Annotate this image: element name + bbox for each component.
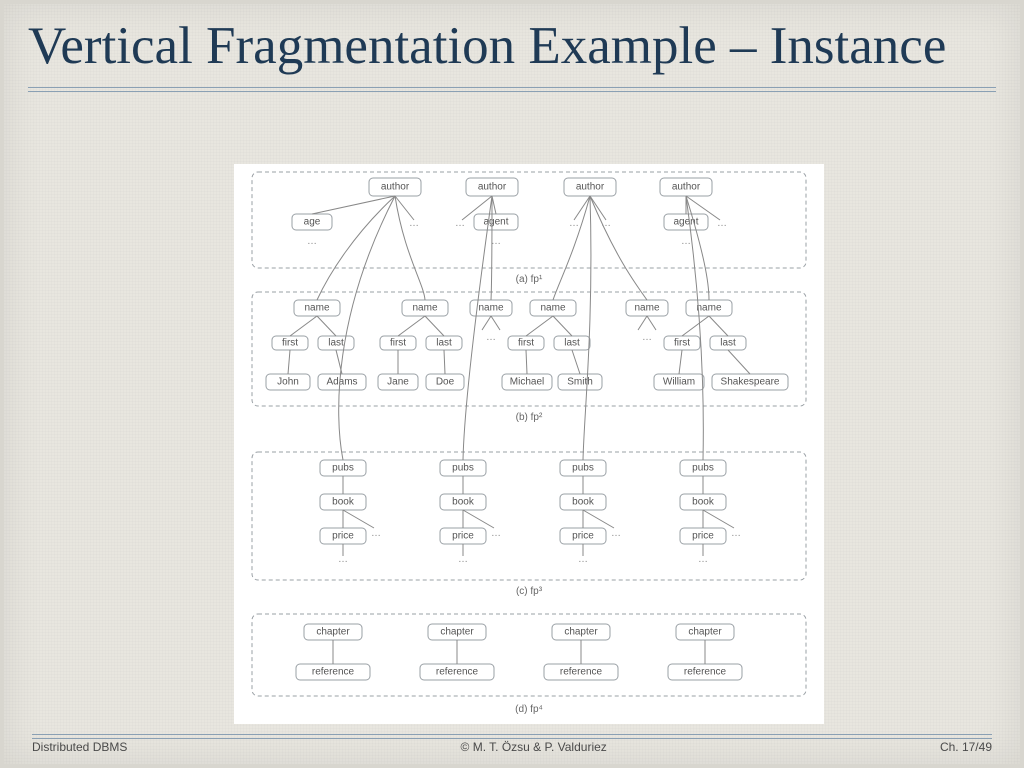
frag-d-chapters: chapter reference chapter reference chap…	[296, 624, 742, 680]
diagram-canvas: author age … … author agent … … author ……	[234, 164, 824, 724]
svg-text:…: …	[409, 218, 419, 229]
title-underline	[28, 87, 996, 92]
svg-text:…: …	[569, 218, 579, 229]
svg-text:name: name	[304, 303, 329, 314]
svg-text:…: …	[681, 236, 691, 247]
svg-text:…: …	[731, 528, 741, 539]
svg-text:chapter: chapter	[316, 627, 350, 638]
svg-text:first: first	[390, 338, 406, 349]
svg-text:name: name	[696, 303, 721, 314]
svg-text:…: …	[717, 218, 727, 229]
svg-text:name: name	[634, 303, 659, 314]
svg-text:…: …	[455, 218, 465, 229]
svg-text:chapter: chapter	[564, 627, 598, 638]
svg-text:Adams: Adams	[326, 377, 357, 388]
svg-text:last: last	[328, 338, 344, 349]
svg-text:Shakespeare: Shakespeare	[721, 377, 780, 388]
svg-text:price: price	[572, 531, 594, 542]
svg-text:name: name	[540, 303, 565, 314]
svg-text:Smith: Smith	[567, 377, 593, 388]
footer-rule	[32, 734, 992, 739]
svg-text:book: book	[692, 497, 715, 508]
svg-text:author: author	[672, 182, 701, 193]
frag-c-pubs: pubs book price … … pubs book price … … …	[320, 460, 741, 565]
svg-text:Michael: Michael	[510, 377, 544, 388]
fragment-label-d: (d) fp⁴	[515, 704, 543, 715]
svg-text:…: …	[307, 236, 317, 247]
svg-text:chapter: chapter	[688, 627, 722, 638]
svg-text:book: book	[452, 497, 475, 508]
svg-text:price: price	[452, 531, 474, 542]
svg-text:last: last	[564, 338, 580, 349]
svg-text:…: …	[486, 332, 496, 343]
fragment-label-a: (a) fp¹	[516, 274, 543, 285]
svg-text:name: name	[412, 303, 437, 314]
svg-text:reference: reference	[436, 667, 479, 678]
svg-text:author: author	[381, 182, 410, 193]
fragment-label-b: (b) fp²	[516, 412, 543, 423]
svg-text:pubs: pubs	[452, 463, 474, 474]
svg-text:age: age	[304, 217, 321, 228]
svg-text:pubs: pubs	[332, 463, 354, 474]
svg-text:book: book	[332, 497, 355, 508]
svg-text:…: …	[491, 236, 501, 247]
svg-text:William: William	[663, 377, 695, 388]
svg-text:author: author	[576, 182, 605, 193]
svg-text:…: …	[611, 528, 621, 539]
slide-title: Vertical Fragmentation Example – Instanc…	[4, 4, 1020, 83]
slide-footer: Distributed DBMS © M. T. Özsu & P. Valdu…	[4, 740, 1020, 754]
svg-text:price: price	[692, 531, 714, 542]
svg-text:…: …	[371, 528, 381, 539]
svg-text:…: …	[491, 528, 501, 539]
cross-fragment-edges	[317, 196, 709, 460]
footer-right: Ch. 17/49	[940, 740, 992, 754]
svg-text:book: book	[572, 497, 595, 508]
svg-text:last: last	[720, 338, 736, 349]
svg-text:author: author	[478, 182, 507, 193]
svg-text:name: name	[478, 303, 503, 314]
svg-text:reference: reference	[684, 667, 727, 678]
svg-text:first: first	[518, 338, 534, 349]
svg-text:Jane: Jane	[387, 377, 409, 388]
svg-text:reference: reference	[560, 667, 603, 678]
fragment-label-c: (c) fp³	[516, 586, 543, 597]
svg-text:Doe: Doe	[436, 377, 455, 388]
footer-center: © M. T. Özsu & P. Valduriez	[461, 740, 607, 754]
svg-text:price: price	[332, 531, 354, 542]
svg-text:first: first	[674, 338, 690, 349]
svg-text:John: John	[277, 377, 299, 388]
svg-text:pubs: pubs	[572, 463, 594, 474]
svg-text:agent: agent	[483, 217, 508, 228]
svg-text:reference: reference	[312, 667, 355, 678]
svg-text:pubs: pubs	[692, 463, 714, 474]
svg-text:first: first	[282, 338, 298, 349]
svg-text:last: last	[436, 338, 452, 349]
footer-left: Distributed DBMS	[32, 740, 127, 754]
svg-text:chapter: chapter	[440, 627, 474, 638]
svg-text:…: …	[642, 332, 652, 343]
